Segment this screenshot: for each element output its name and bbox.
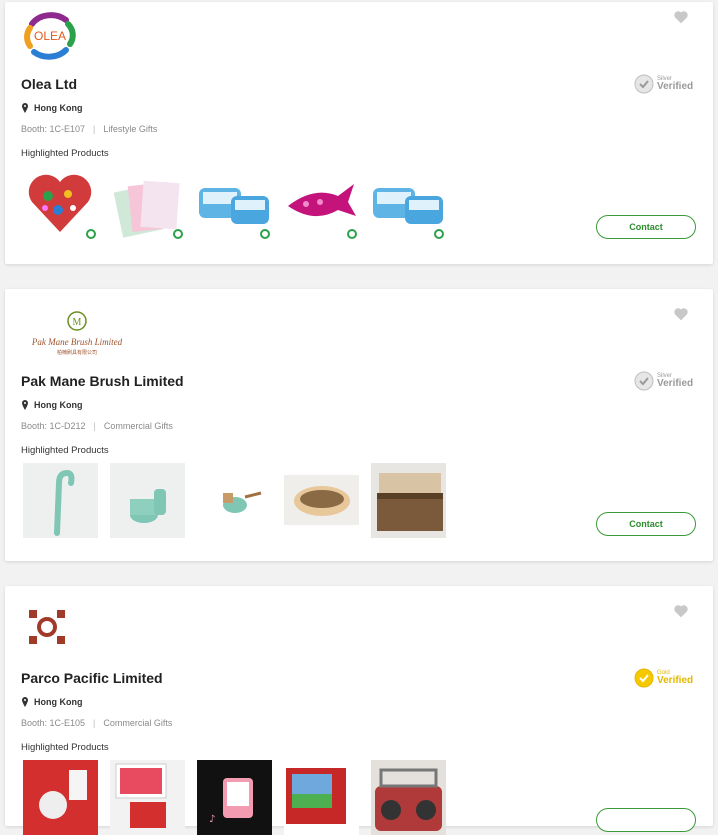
location-text: Hong Kong [34, 697, 83, 707]
contact-button[interactable]: Contact [596, 512, 696, 536]
product-thumbnail[interactable] [110, 463, 185, 538]
highlighted-products-label: Highlighted Products [21, 148, 109, 159]
product-thumbnail[interactable] [284, 463, 359, 538]
product-thumbnail[interactable] [110, 166, 185, 241]
booth-info: Booth: 1C-E107 | Lifestyle Gifts [21, 124, 157, 134]
divider: | [93, 421, 96, 431]
booth-number: Booth: 1C-E105 [21, 718, 86, 728]
highlighted-products-label: Highlighted Products [21, 445, 109, 456]
svg-text:Pak Mane Brush Limited: Pak Mane Brush Limited [31, 337, 123, 347]
product-thumbnail[interactable] [371, 760, 446, 835]
product-thumbnail[interactable] [197, 166, 272, 241]
product-thumbnail[interactable] [284, 166, 359, 241]
company-name[interactable]: Olea Ltd [21, 76, 77, 92]
verified-word: Verified [657, 675, 694, 686]
product-thumbnails [23, 463, 446, 538]
product-thumbnail[interactable] [23, 463, 98, 538]
company-card-parco: Parco Pacific Limited Hong Kong Booth: 1… [5, 586, 713, 835]
product-thumbnail[interactable] [110, 760, 185, 835]
company-logo[interactable]: OLEA [22, 10, 78, 60]
verified-seal-icon [634, 74, 654, 94]
heart-icon[interactable] [673, 10, 689, 24]
verified-badge: Gold Verified [634, 668, 693, 688]
divider: | [93, 124, 96, 134]
location-pin-icon [22, 400, 28, 410]
booth-info: Booth: 1C-E105 | Commercial Gifts [21, 718, 172, 728]
pak-mane-logo-icon: M Pak Mane Brush Limited 柏楠刷具有限公司 [31, 311, 123, 356]
company-location: Hong Kong [21, 400, 83, 410]
divider: | [93, 718, 96, 728]
location-pin-icon [22, 103, 28, 113]
location-text: Hong Kong [34, 400, 83, 410]
verified-word: Verified [657, 81, 694, 92]
company-name[interactable]: Parco Pacific Limited [21, 670, 163, 686]
booth-number: Booth: 1C-E107 [21, 124, 86, 134]
company-logo[interactable] [29, 610, 65, 644]
location-pin-icon [22, 697, 28, 707]
category-text: Lifestyle Gifts [103, 124, 158, 134]
parco-logo-icon [29, 610, 65, 644]
category-text: Commercial Gifts [103, 718, 173, 728]
company-location: Hong Kong [21, 103, 83, 113]
verified-word: Verified [657, 378, 694, 389]
product-thumbnail[interactable] [23, 760, 98, 835]
company-logo[interactable]: M Pak Mane Brush Limited 柏楠刷具有限公司 [22, 309, 132, 357]
company-location: Hong Kong [21, 697, 83, 707]
heart-icon[interactable] [673, 604, 689, 618]
svg-text:M: M [73, 317, 82, 328]
contact-button[interactable]: Contact [596, 215, 696, 239]
company-name[interactable]: Pak Mane Brush Limited [21, 373, 184, 389]
heart-icon[interactable] [673, 307, 689, 321]
category-text: Commercial Gifts [103, 421, 173, 431]
svg-text:柏楠刷具有限公司: 柏楠刷具有限公司 [57, 349, 97, 356]
product-thumbnail[interactable] [284, 760, 359, 835]
product-thumbnail[interactable]: ♪ [197, 760, 272, 835]
verified-badge: Silver Verified [634, 74, 693, 94]
svg-text:OLEA: OLEA [34, 29, 66, 43]
contact-button[interactable] [596, 808, 696, 832]
verified-seal-icon [634, 668, 654, 688]
highlighted-products-label: Highlighted Products [21, 742, 109, 753]
product-thumbnails [23, 166, 446, 241]
product-thumbnail[interactable] [371, 463, 446, 538]
olea-logo-icon: OLEA [24, 12, 76, 60]
product-thumbnail[interactable] [197, 463, 272, 538]
company-card-pak-mane: M Pak Mane Brush Limited 柏楠刷具有限公司 Pak Ma… [5, 289, 713, 561]
product-thumbnails: ♪ [23, 760, 446, 835]
product-thumbnail[interactable] [371, 166, 446, 241]
booth-number: Booth: 1C-D212 [21, 421, 86, 431]
verified-seal-icon [634, 371, 654, 391]
booth-info: Booth: 1C-D212 | Commercial Gifts [21, 421, 173, 431]
company-card-olea: OLEA Olea Ltd Hong Kong Booth: 1C-E107 | L… [5, 2, 713, 264]
product-thumbnail[interactable] [23, 166, 98, 241]
verified-badge: Silver Verified [634, 371, 693, 391]
location-text: Hong Kong [34, 103, 83, 113]
svg-text:♪: ♪ [209, 814, 215, 825]
